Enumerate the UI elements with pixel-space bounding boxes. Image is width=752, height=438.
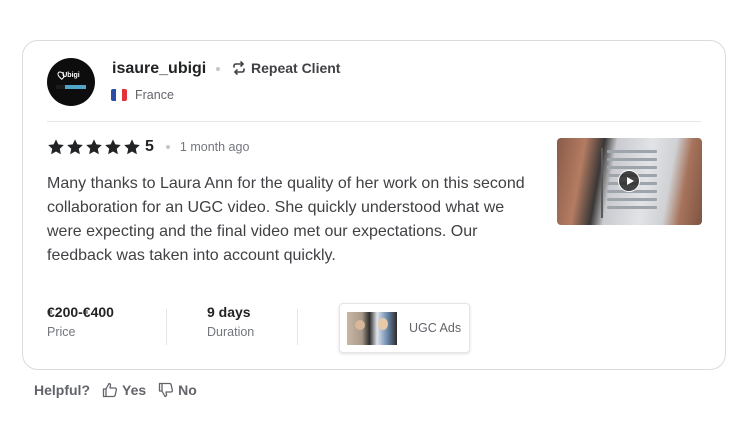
gig-chip[interactable]: UGC Ads [339,303,470,353]
helpful-no-button[interactable]: No [158,382,197,398]
separator-dot [165,145,170,149]
review-card: Ubigi isaure_ubigi Repeat Client France … [22,40,726,370]
rating-row: 5 1 month ago [47,138,249,156]
gig-thumbnail-person [378,318,388,330]
gig-thumbnail-person [355,320,365,330]
helpful-yes-label: Yes [122,382,147,398]
avatar-logo-strip-dark [56,85,65,89]
thumbs-up-icon [102,382,118,398]
phone-edge [601,148,603,218]
repeat-client-badge: Repeat Client [231,60,340,76]
stat-divider [166,309,167,345]
repeat-icon [233,61,245,75]
duration-stat: 9 days Duration [207,304,254,339]
france-flag-icon [111,89,127,101]
star-icon [48,139,64,155]
repeat-client-label: Repeat Client [251,60,341,76]
star-rating [47,138,141,156]
helpful-no-label: No [178,382,197,398]
avatar-logo-text: Ubigi [62,72,80,79]
star-icon [86,139,102,155]
star-icon [105,139,121,155]
price-value: €200-€400 [47,304,114,320]
play-icon[interactable] [618,170,640,192]
helpful-row: Helpful? Yes No [34,382,209,398]
review-video-thumbnail[interactable] [557,138,702,225]
rating-value: 5 [145,138,154,155]
review-text: Many thanks to Laura Ann for the quality… [47,175,525,264]
helpful-yes-button[interactable]: Yes [102,382,146,398]
reviewer-country: France [111,88,174,102]
duration-label: Duration [207,325,255,339]
reviewer-username[interactable]: isaure_ubigi [112,60,206,78]
stat-divider [297,309,298,345]
thumbs-down-icon [158,382,174,398]
helpful-question: Helpful? [34,382,90,398]
avatar[interactable]: Ubigi [47,58,95,106]
review-time: 1 month ago [179,140,250,154]
gig-thumbnail [347,312,397,345]
star-icon [67,139,83,155]
price-label: Price [47,325,76,339]
duration-value: 9 days [207,304,251,320]
star-icon [124,139,140,155]
separator-dot [216,67,220,71]
price-stat: €200-€400 Price [47,304,114,339]
country-name: France [135,88,174,102]
gig-label: UGC Ads [409,321,462,335]
divider [47,121,701,122]
